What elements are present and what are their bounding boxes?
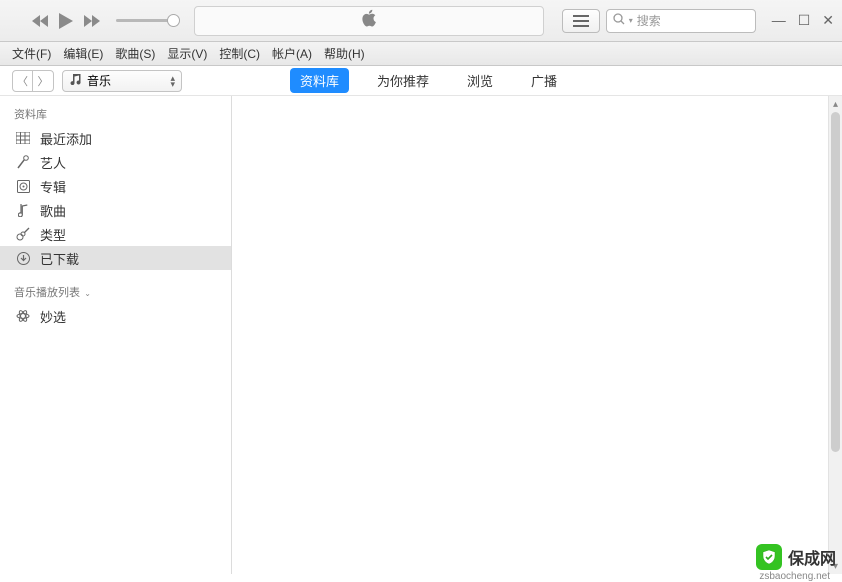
music-note-icon [69,73,81,88]
download-icon [14,252,32,265]
volume-slider[interactable] [116,19,176,22]
media-select-label: 音乐 [87,72,111,89]
microphone-icon [14,155,32,169]
sidebar: 资料库 最近添加 艺人 专辑 歌曲 类型 已下载 音乐播放列表 ⌄ [0,96,232,574]
atom-icon [14,309,32,323]
watermark-url: zsbaocheng.net [759,571,830,582]
maximize-button[interactable]: ☐ [798,12,811,29]
menu-edit[interactable]: 编辑(E) [57,45,109,62]
window-controls: — ☐ ✕ [772,12,834,29]
minimize-button[interactable]: — [772,12,786,29]
menu-account[interactable]: 帐户(A) [266,45,318,62]
apple-logo-icon [361,9,377,32]
chevron-down-icon: ⌄ [82,289,91,298]
sidebar-item-label: 专辑 [40,177,66,196]
watermark-badge-icon [756,544,782,570]
media-type-selector[interactable]: 音乐 ▴▾ [62,70,182,92]
watermark-text: 保成网 [788,545,836,569]
menu-view[interactable]: 显示(V) [161,45,213,62]
sidebar-header-library: 资料库 [0,102,231,126]
search-placeholder: 搜索 [637,12,661,29]
search-icon [613,13,625,28]
play-button[interactable] [58,12,74,30]
list-view-button[interactable] [562,9,600,33]
nav-forward-button[interactable]: 〉 [33,71,53,91]
main-tabs: 资料库 为你推荐 浏览 广播 [290,68,567,93]
tab-browse[interactable]: 浏览 [457,68,503,93]
sidebar-item-artists[interactable]: 艺人 [0,150,231,174]
sidebar-item-recently-added[interactable]: 最近添加 [0,126,231,150]
sidebar-item-albums[interactable]: 专辑 [0,174,231,198]
sidebar-item-downloaded[interactable]: 已下载 [0,246,231,270]
tab-for-you[interactable]: 为你推荐 [367,68,439,93]
sidebar-item-label: 类型 [40,225,66,244]
tab-radio[interactable]: 广播 [521,68,567,93]
guitar-icon [14,227,32,241]
next-track-button[interactable] [82,14,100,28]
sidebar-item-label: 歌曲 [40,201,66,220]
now-playing-display [194,6,544,36]
menu-file[interactable]: 文件(F) [6,45,57,62]
menu-help[interactable]: 帮助(H) [318,45,371,62]
sidebar-item-label: 妙选 [40,307,66,326]
content-area: ▴ ▾ [232,96,842,574]
nav-segment: 〈 〉 [12,70,54,92]
tab-library[interactable]: 资料库 [290,68,349,93]
main-area: 资料库 最近添加 艺人 专辑 歌曲 类型 已下载 音乐播放列表 ⌄ [0,96,842,574]
playback-controls [32,12,176,30]
sidebar-item-label: 最近添加 [40,129,92,148]
menu-controls[interactable]: 控制(C) [213,45,266,62]
top-toolbar: ▾ 搜索 — ☐ ✕ [0,0,842,42]
sidebar-item-label: 已下载 [40,249,79,268]
scroll-thumb[interactable] [831,112,840,452]
vertical-scrollbar[interactable]: ▴ ▾ [828,96,842,574]
chevron-down-icon: ▾ [629,16,633,25]
note-icon [14,203,32,217]
scroll-up-arrow-icon[interactable]: ▴ [829,96,842,112]
sidebar-item-genius[interactable]: 妙选 [0,304,231,328]
watermark: 保成网 zsbaocheng.net [756,544,836,570]
stepper-arrows-icon: ▴▾ [170,75,175,87]
album-icon [14,180,32,193]
previous-track-button[interactable] [32,14,50,28]
nav-back-button[interactable]: 〈 [13,71,33,91]
grid-icon [14,132,32,144]
close-button[interactable]: ✕ [822,12,834,29]
sidebar-item-genres[interactable]: 类型 [0,222,231,246]
sidebar-header-playlists[interactable]: 音乐播放列表 ⌄ [0,280,231,304]
menu-song[interactable]: 歌曲(S) [109,45,161,62]
sub-toolbar: 〈 〉 音乐 ▴▾ 资料库 为你推荐 浏览 广播 [0,66,842,96]
sidebar-item-songs[interactable]: 歌曲 [0,198,231,222]
menu-bar: 文件(F) 编辑(E) 歌曲(S) 显示(V) 控制(C) 帐户(A) 帮助(H… [0,42,842,66]
sidebar-item-label: 艺人 [40,153,66,172]
search-input[interactable]: ▾ 搜索 [606,9,756,33]
